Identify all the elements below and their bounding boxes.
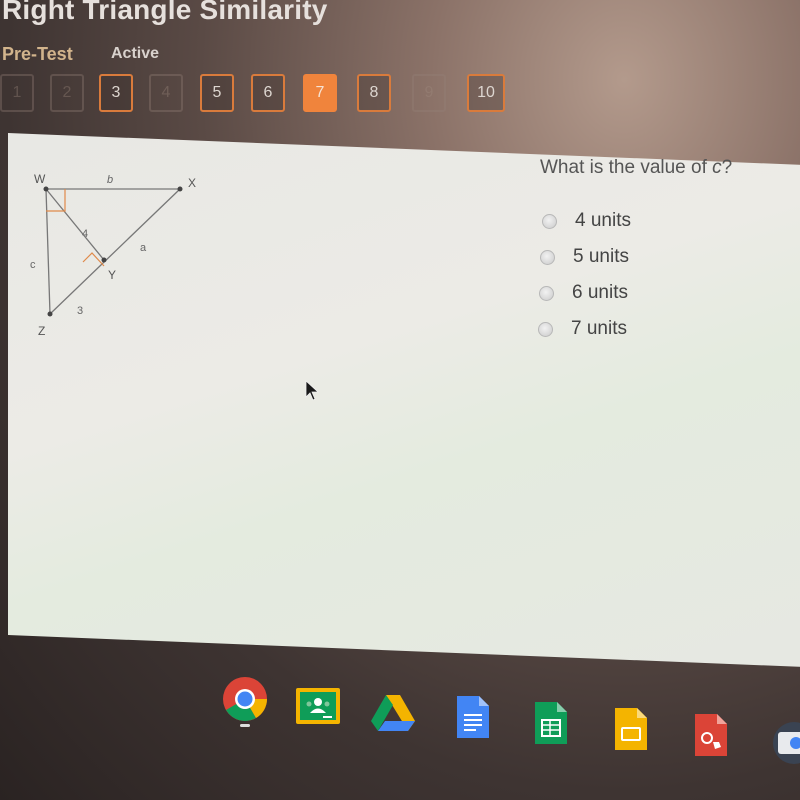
- triangle-diagram: W X Y Z b a c 4 3: [30, 172, 196, 338]
- question-button-1: 1: [0, 74, 34, 112]
- answer-choice[interactable]: 5 units: [540, 239, 629, 275]
- label-y: Y: [108, 268, 116, 282]
- label-a: a: [140, 242, 147, 254]
- side-zx: [49, 188, 181, 315]
- label-yz-length: 3: [77, 305, 83, 317]
- question-button-9: 9: [412, 74, 446, 112]
- radio-button[interactable]: [540, 249, 555, 265]
- question-button-3[interactable]: 3: [99, 74, 133, 112]
- app-shelf: [0, 660, 800, 800]
- camera-icon[interactable]: [772, 720, 800, 766]
- vertex-x: [177, 186, 183, 192]
- status-label: Active: [111, 45, 160, 62]
- page-title: Right Triangle Similarity: [2, 0, 328, 25]
- question-button-6[interactable]: 6: [251, 74, 285, 112]
- question-button-7[interactable]: 7: [303, 74, 337, 112]
- radio-button[interactable]: [538, 321, 553, 337]
- answer-choice[interactable]: 7 units: [538, 311, 627, 347]
- section-label: Pre-Test: [2, 44, 73, 64]
- choice-label: 6 units: [572, 282, 628, 303]
- question-button-5[interactable]: 5: [200, 74, 234, 112]
- question-button-4: 4: [149, 74, 183, 112]
- altitude-wy: [45, 188, 105, 261]
- radio-button[interactable]: [539, 285, 554, 301]
- question-variable: c: [712, 157, 722, 178]
- docs-icon[interactable]: [450, 694, 496, 740]
- vertex-z: [47, 311, 53, 317]
- label-z: Z: [38, 324, 45, 338]
- question-text: What is the value of c?: [540, 157, 733, 178]
- active-app-indicator: [240, 724, 250, 727]
- vertex-w: [43, 186, 49, 192]
- right-angle-y: [82, 252, 105, 267]
- drive-icon[interactable]: [370, 690, 416, 736]
- choice-label: 7 units: [571, 318, 627, 339]
- choice-label: 5 units: [573, 246, 629, 267]
- classroom-icon[interactable]: [295, 684, 341, 730]
- answer-choices: 4 units 5 units 6 units 7 units: [538, 203, 631, 347]
- choice-label: 4 units: [575, 210, 631, 231]
- quiz-header: Right Triangle Similarity Pre-Test Activ…: [0, 0, 800, 130]
- label-x: X: [188, 176, 196, 190]
- side-wz: [45, 188, 51, 315]
- radio-button[interactable]: [542, 213, 557, 229]
- answer-choice[interactable]: 6 units: [539, 275, 628, 311]
- label-wy-length: 4: [82, 228, 88, 240]
- answer-choice[interactable]: 4 units: [542, 203, 631, 239]
- label-b: b: [107, 174, 113, 186]
- label-w: W: [34, 172, 46, 186]
- question-button-8[interactable]: 8: [357, 74, 391, 112]
- sheets-icon[interactable]: [528, 700, 574, 746]
- question-panel: W X Y Z b a c 4 3 What is the value of c…: [8, 133, 800, 668]
- label-c: c: [30, 259, 36, 271]
- slides-icon[interactable]: [608, 706, 654, 752]
- question-button-2: 2: [50, 74, 84, 112]
- mouse-cursor-icon: [305, 380, 320, 401]
- question-button-10[interactable]: 10: [467, 74, 505, 112]
- drawings-icon[interactable]: [688, 712, 734, 758]
- vertex-y: [101, 257, 107, 263]
- chrome-icon[interactable]: [222, 676, 268, 722]
